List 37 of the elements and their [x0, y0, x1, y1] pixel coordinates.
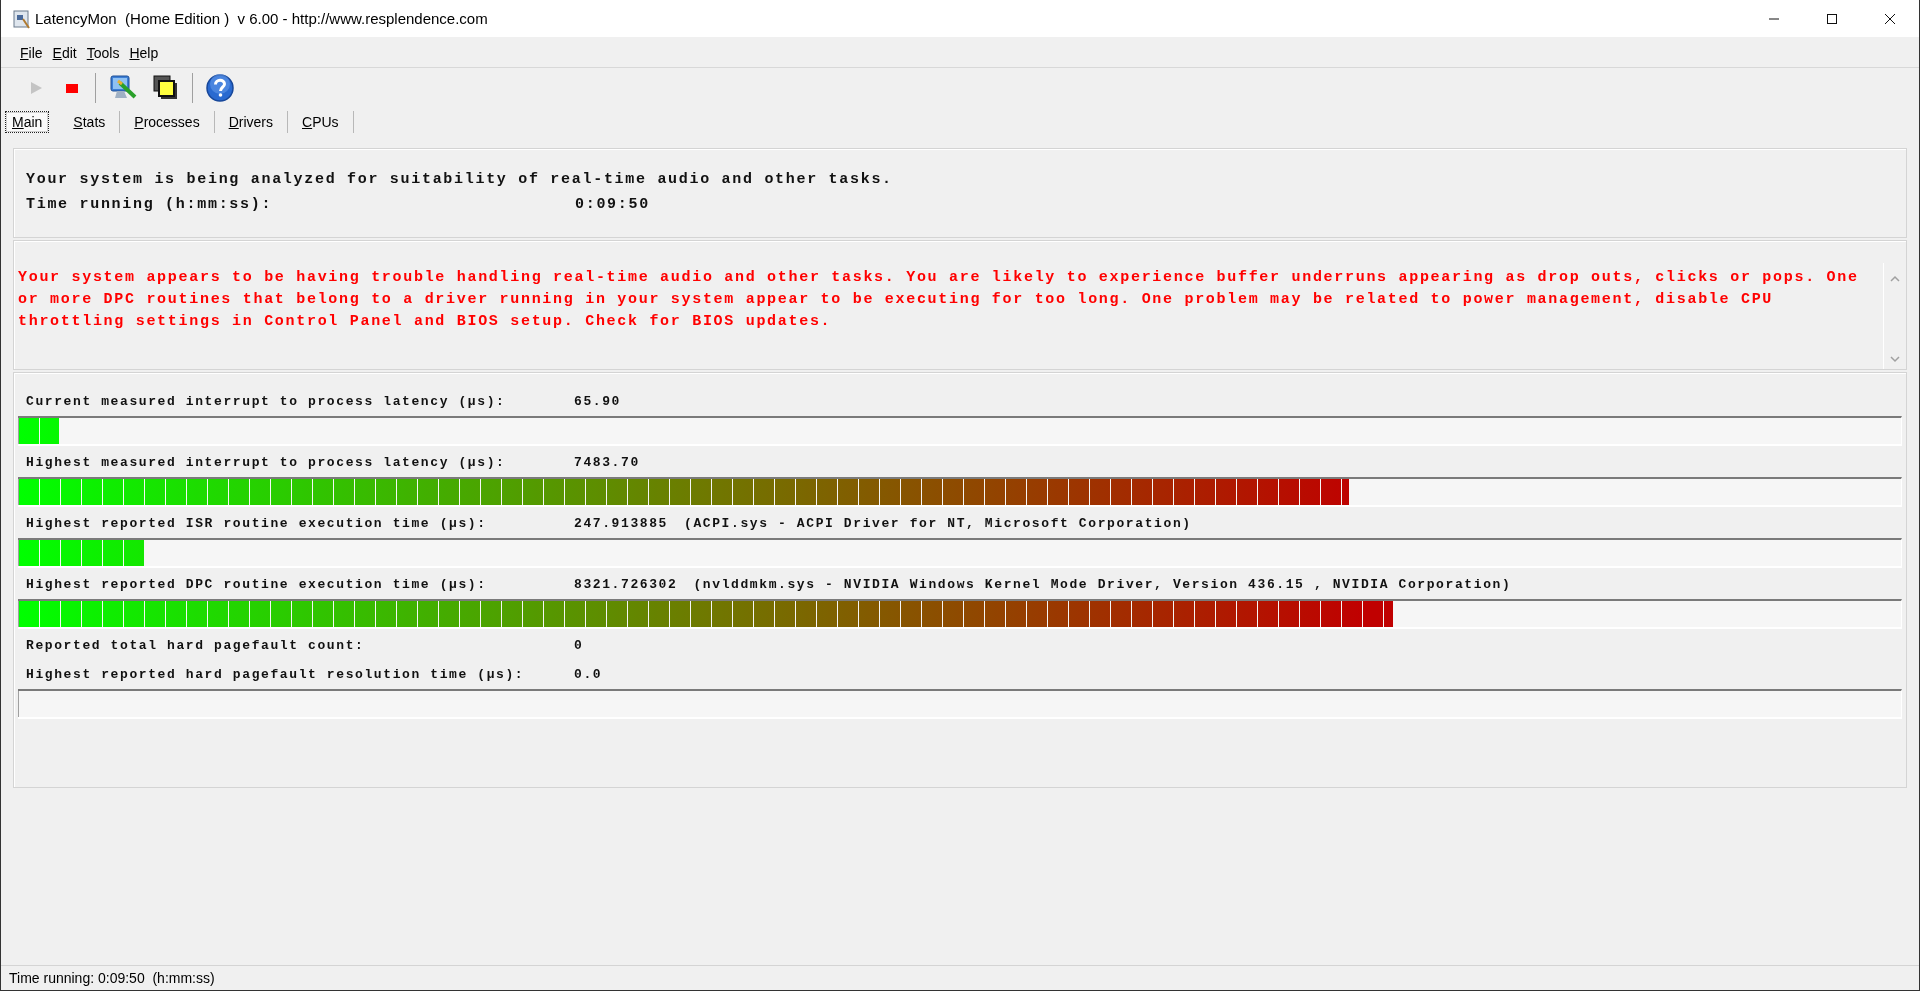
menu-item[interactable]: File: [15, 43, 48, 61]
metric-label: Reported total hard pagefault count:: [26, 638, 366, 653]
maximize-icon: [1826, 12, 1838, 25]
metric-label: Highest reported ISR routine execution time (µs):: [26, 516, 488, 531]
metric-value: 0: [574, 638, 584, 653]
metric-value: 247.913885: [574, 516, 668, 531]
menu-item[interactable]: Edit: [47, 43, 82, 61]
metric-value: 0.0: [574, 667, 603, 682]
close-icon: [1884, 12, 1896, 25]
metric-label: Current measured interrupt to process latency (µs):: [26, 394, 507, 409]
scroll-down-icon[interactable]: [1890, 355, 1900, 363]
scroll-up-icon[interactable]: [1890, 275, 1900, 283]
status-text: Time running: 0:09:50 (h:mm:ss): [9, 970, 215, 986]
app-icon: [13, 8, 31, 29]
warning-message: Your system appears to be having trouble handling real-time audio and other tasks. You are likely to experience buffer underruns appearing as drop outs, clicks or pops. One or more DPC routines that belong to a driver running in your system appear to be executing for too long. One problem may be related to power management, disable CPU throttling settings in Control Panel and BIOS setup. Check for BIOS updates.: [18, 268, 1860, 332]
metric-value: 8321.726302: [574, 577, 678, 592]
tab[interactable]: Drivers: [214, 111, 288, 133]
analysis-message: Your system is being analyzed for suitability of real-time audio and other tasks.: [26, 171, 894, 188]
window-title: LatencyMon (Home Edition ) v 6.00 - http://www.resplendence.com: [35, 10, 488, 27]
metric-label: Highest reported DPC routine execution time (µs):: [26, 577, 488, 592]
metric-label: Highest measured interrupt to process latency (µs):: [26, 455, 507, 470]
tab[interactable]: Main: [5, 111, 50, 133]
metric-detail: (nvlddmkm.sys - NVIDIA Windows Kernel Mode Driver, Version 436.15 , NVIDIA Corporation): [693, 577, 1512, 592]
help-icon: [205, 73, 235, 103]
tab[interactable]: CPUs: [288, 111, 354, 133]
play-icon: [28, 80, 44, 96]
time-label: Time running (h:mm:ss):: [26, 196, 274, 213]
time-value: 0:09:50: [575, 196, 650, 213]
menu-item[interactable]: Tools: [81, 43, 125, 61]
tab[interactable]: Processes: [120, 111, 215, 133]
windows-icon: [152, 74, 180, 102]
metric-value: 65.90: [574, 394, 621, 409]
tab[interactable]: Stats: [59, 111, 121, 133]
metric-value: 7483.70: [574, 455, 640, 470]
menu-item[interactable]: Help: [124, 43, 164, 61]
metric-label: Highest reported hard pagefault resolution time (µs):: [26, 667, 526, 682]
metric-detail: (ACPI.sys - ACPI Driver for NT, Microsoft Corporation): [684, 516, 1192, 531]
